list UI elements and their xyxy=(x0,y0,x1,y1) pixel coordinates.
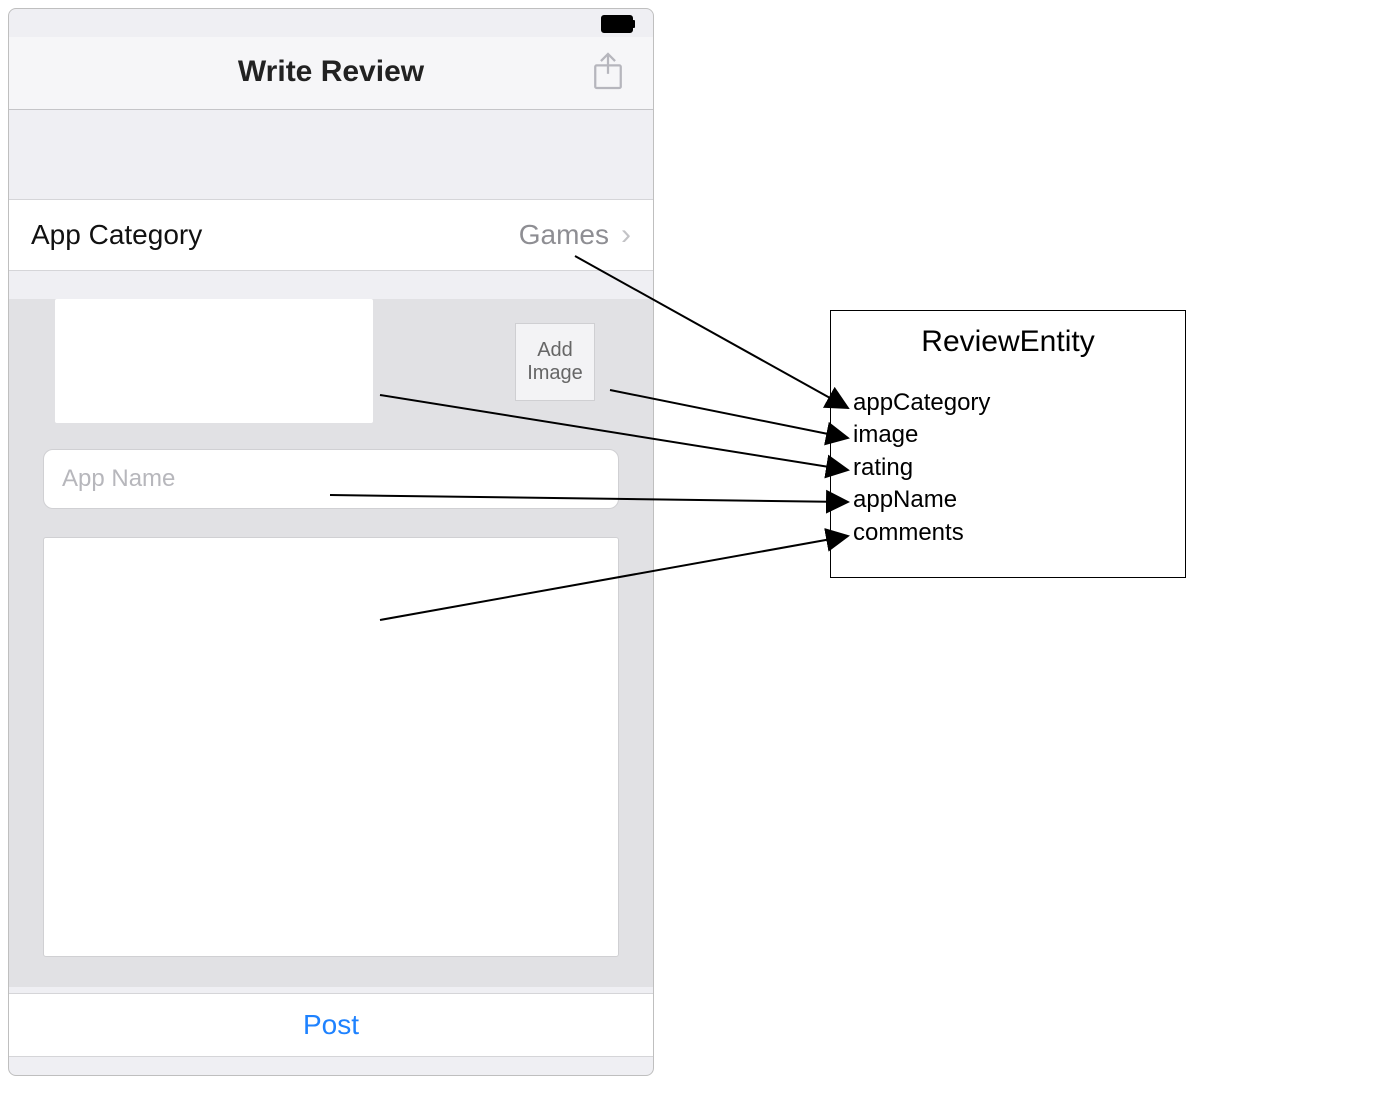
share-icon[interactable] xyxy=(591,51,625,91)
status-bar xyxy=(9,9,653,37)
entity-attr-1: image xyxy=(853,419,1163,451)
nav-bar: Write Review xyxy=(9,37,653,110)
category-value: Games xyxy=(519,219,609,251)
entity-title: ReviewEntity xyxy=(853,325,1163,359)
category-label: App Category xyxy=(31,219,202,251)
phone-mock: Write Review App Category Games › Add Im… xyxy=(8,8,654,1076)
app-name-input[interactable]: App Name xyxy=(43,449,619,509)
entity-attr-3: appName xyxy=(853,484,1163,516)
entity-attr-4: comments xyxy=(853,517,1163,549)
comments-textarea[interactable] xyxy=(43,537,619,957)
image-preview xyxy=(55,299,373,423)
post-label: Post xyxy=(303,1009,359,1041)
chevron-right-icon: › xyxy=(621,218,631,252)
add-image-button[interactable]: Add Image xyxy=(515,323,595,401)
entity-box: ReviewEntity appCategory image rating ap… xyxy=(830,310,1186,578)
entity-attr-2: rating xyxy=(853,452,1163,484)
entity-attr-0: appCategory xyxy=(853,387,1163,419)
form-area: Add Image App Name xyxy=(9,299,653,987)
diagram-canvas: Write Review App Category Games › Add Im… xyxy=(0,0,1384,1106)
add-image-label: Add Image xyxy=(527,339,583,385)
post-button[interactable]: Post xyxy=(9,993,653,1057)
page-title: Write Review xyxy=(9,55,653,89)
category-row[interactable]: App Category Games › xyxy=(9,199,653,271)
app-name-placeholder: App Name xyxy=(62,465,175,493)
image-row: Add Image xyxy=(43,299,619,449)
battery-icon xyxy=(601,15,635,31)
